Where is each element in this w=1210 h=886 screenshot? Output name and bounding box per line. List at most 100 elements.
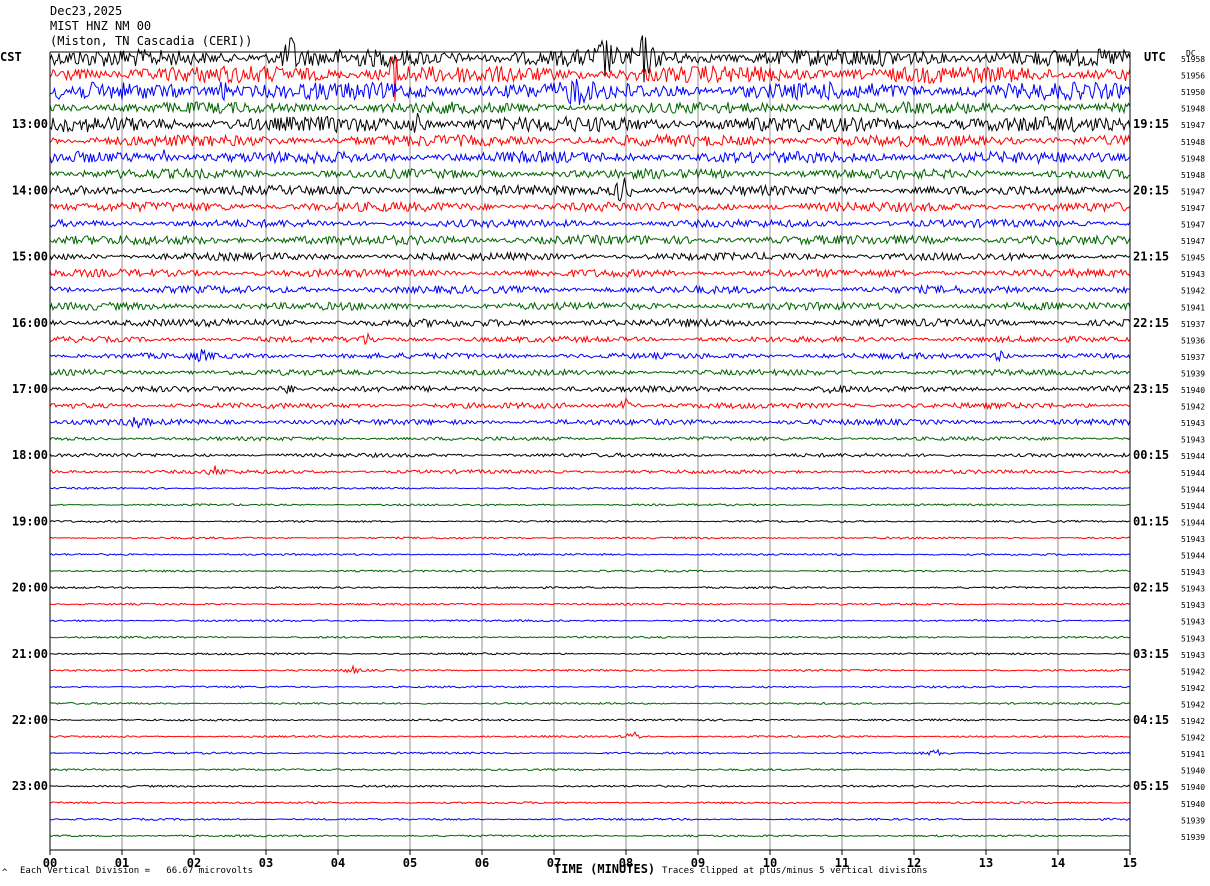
utc-hour-label-3: 22:15	[1133, 316, 1169, 330]
cst-hour-label-1: 14:00	[12, 183, 48, 197]
x-axis-title: TIME (MINUTES)	[554, 862, 656, 876]
trace-row-30	[49, 552, 1131, 557]
dc-value-row-24: 51944	[1181, 452, 1205, 461]
dc-value-row-37: 51942	[1181, 667, 1205, 676]
trace-row-23	[49, 435, 1131, 442]
dc-value-row-1: 51956	[1181, 72, 1205, 81]
dc-value-row-21: 51942	[1181, 403, 1205, 412]
cst-hour-label-3: 16:00	[12, 316, 48, 330]
cst-hour-label-7: 20:00	[12, 581, 48, 595]
dc-value-row-12: 51945	[1181, 254, 1205, 263]
station-code: MIST HNZ NM 00	[50, 19, 152, 33]
trace-row-3	[49, 100, 1131, 115]
dc-value-row-15: 51941	[1181, 303, 1205, 312]
utc-hour-label-2: 21:15	[1133, 250, 1169, 264]
trace-row-17	[49, 331, 1131, 346]
trace-row-25	[49, 465, 1131, 476]
dc-value-row-36: 51943	[1181, 651, 1205, 660]
x-tick-label-05: 05	[403, 856, 417, 870]
dc-value-row-7: 51948	[1181, 171, 1205, 180]
utc-hour-label-6: 01:15	[1133, 514, 1169, 528]
utc-hour-label-4: 23:15	[1133, 382, 1169, 396]
dc-value-row-23: 51943	[1181, 436, 1205, 445]
trace-row-7	[49, 167, 1131, 181]
dc-value-row-25: 51944	[1181, 469, 1205, 478]
utc-hour-label-9: 04:15	[1133, 713, 1169, 727]
dc-value-row-8: 51947	[1181, 187, 1205, 196]
station-location: (Miston, TN Cascadia (CERI))	[50, 34, 253, 48]
dc-value-row-11: 51947	[1181, 237, 1205, 246]
x-tick-label-06: 06	[475, 856, 489, 870]
trace-row-24	[49, 451, 1131, 459]
dc-column-title: DC	[1186, 49, 1196, 58]
x-tick-label-04: 04	[331, 856, 345, 870]
trace-row-10	[49, 217, 1131, 230]
dc-value-row-3: 51948	[1181, 105, 1205, 114]
dc-value-row-14: 51942	[1181, 287, 1205, 296]
dc-value-row-27: 51944	[1181, 502, 1205, 511]
trace-row-8	[49, 177, 1131, 202]
seismic-traces	[49, 35, 1131, 838]
trace-row-11	[49, 233, 1131, 247]
dc-value-row-2: 51950	[1181, 88, 1205, 97]
utc-hour-label-8: 03:15	[1133, 647, 1169, 661]
trace-row-20	[49, 384, 1131, 395]
dc-value-row-38: 51942	[1181, 684, 1205, 693]
trace-row-44	[49, 784, 1131, 788]
trace-row-31	[49, 569, 1131, 573]
trace-row-33	[50, 602, 1131, 606]
dc-value-row-34: 51943	[1181, 618, 1205, 627]
trace-row-36	[49, 652, 1131, 656]
dc-value-row-9: 51947	[1181, 204, 1205, 213]
trace-row-39	[49, 701, 1131, 706]
trace-row-13	[49, 267, 1131, 279]
trace-row-2	[49, 78, 1131, 105]
cst-hour-label-5: 18:00	[12, 448, 48, 462]
trace-row-6	[49, 149, 1131, 166]
dc-value-row-5: 51948	[1181, 138, 1205, 147]
cst-hour-label-0: 13:00	[12, 117, 48, 131]
trace-row-34	[49, 619, 1131, 623]
dc-value-row-16: 51937	[1181, 320, 1205, 329]
trace-row-43	[49, 767, 1131, 772]
dc-value-row-39: 51942	[1181, 700, 1205, 709]
cst-hour-label-6: 19:00	[12, 514, 48, 528]
trace-row-15	[49, 300, 1131, 312]
trace-row-26	[49, 486, 1131, 490]
trace-row-32	[49, 585, 1130, 590]
trace-row-35	[49, 635, 1131, 639]
utc-hour-label-10: 05:15	[1133, 779, 1169, 793]
dc-value-row-43: 51940	[1181, 767, 1205, 776]
cst-hour-label-2: 15:00	[12, 250, 48, 264]
trace-row-29	[49, 536, 1131, 540]
cst-hour-label-9: 22:00	[12, 713, 48, 727]
trace-row-14	[49, 283, 1131, 296]
clip-note: Traces clipped at plus/minus 5 vertical …	[662, 866, 928, 876]
dc-value-row-28: 51944	[1181, 518, 1205, 527]
corner-mark: ^	[2, 868, 8, 878]
dc-value-row-32: 51943	[1181, 585, 1205, 594]
x-tick-label-14: 14	[1051, 856, 1065, 870]
utc-hour-label-7: 02:15	[1133, 581, 1169, 595]
x-tick-label-15: 15	[1123, 856, 1137, 870]
dc-value-row-13: 51943	[1181, 270, 1205, 279]
dc-value-row-40: 51942	[1181, 717, 1205, 726]
dc-value-row-44: 51940	[1181, 783, 1205, 792]
scale-note: Each Vertical Division = 66.67 microvolt…	[20, 866, 253, 876]
dc-value-row-6: 51948	[1181, 154, 1205, 163]
trace-row-16	[49, 317, 1131, 329]
trace-row-21	[49, 397, 1131, 410]
dc-value-row-19: 51939	[1181, 369, 1205, 378]
trace-row-42	[49, 748, 1131, 757]
utc-hour-label-1: 20:15	[1133, 183, 1169, 197]
trace-row-27	[49, 503, 1131, 507]
utc-hour-label-5: 00:15	[1133, 448, 1169, 462]
cst-axis-title: CST	[0, 50, 22, 64]
dc-value-row-42: 51941	[1181, 750, 1205, 759]
trace-row-4	[49, 112, 1131, 134]
dc-value-row-17: 51936	[1181, 336, 1205, 345]
trace-row-19	[49, 367, 1131, 377]
trace-row-38	[49, 685, 1131, 689]
trace-row-47	[49, 834, 1131, 838]
dc-value-row-45: 51940	[1181, 800, 1205, 809]
